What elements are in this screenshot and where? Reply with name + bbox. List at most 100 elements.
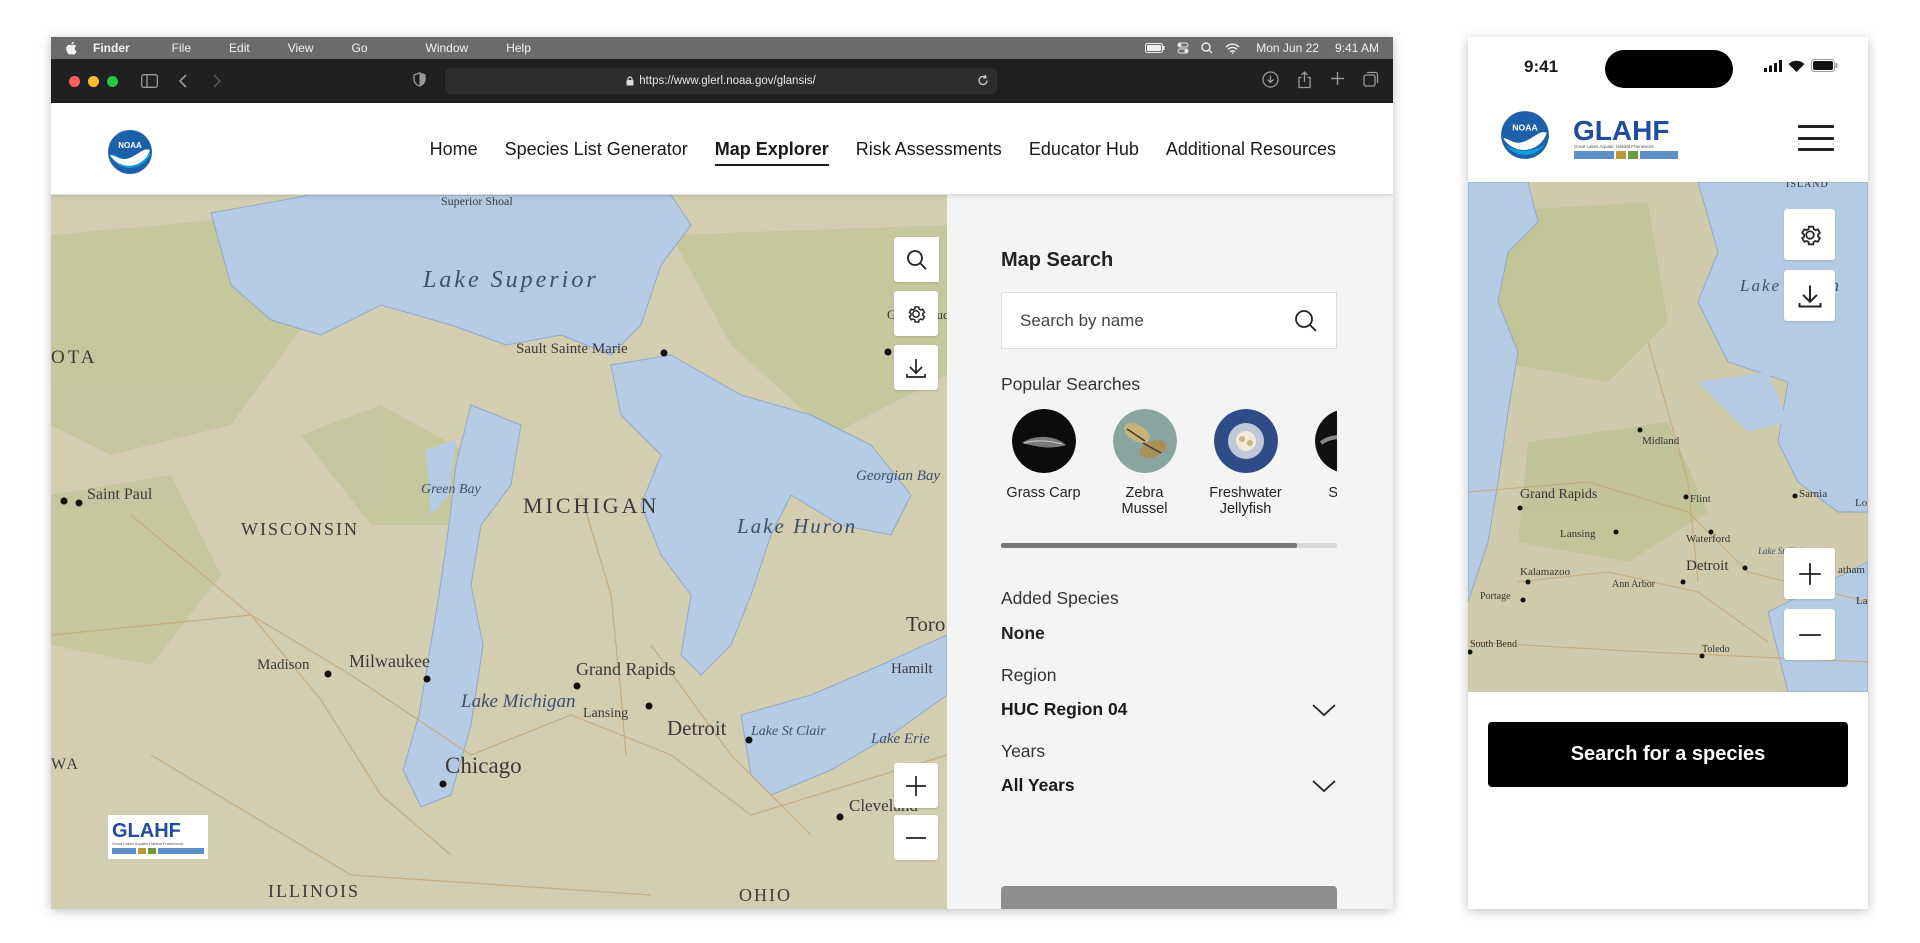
- map-view[interactable]: Superior Shoal Lake Superior Sault Saint…: [51, 195, 947, 909]
- glahf-logo[interactable]: GLAHF Great Lakes Aquatic Habitat Framew…: [1571, 112, 1681, 162]
- phone-map-view[interactable]: ISLAND Lake Huron Midland Grand Rapids F…: [1468, 182, 1868, 692]
- svg-text:NOAA: NOAA: [1512, 123, 1538, 133]
- close-window-button[interactable]: [69, 75, 80, 87]
- nav-additional-resources[interactable]: Additional Resources: [1166, 139, 1336, 166]
- region-dropdown[interactable]: HUC Region 04: [1001, 699, 1337, 720]
- years-label: Years: [1001, 741, 1046, 761]
- nav-risk-assessments[interactable]: Risk Assessments: [856, 139, 1002, 166]
- dynamic-island: [1605, 50, 1733, 88]
- menu-file[interactable]: File: [172, 41, 191, 55]
- browser-toolbar: https://www.glerl.noaa.gov/glansis/: [51, 59, 1393, 103]
- svg-text:WISCONSIN: WISCONSIN: [241, 519, 359, 539]
- popular-item-label: Freshwater Jellyfish: [1209, 485, 1282, 517]
- forward-icon[interactable]: [208, 72, 226, 90]
- nav-map-explorer[interactable]: Map Explorer: [714, 139, 829, 166]
- downloads-icon[interactable]: [1262, 71, 1279, 88]
- svg-text:Toledo: Toledo: [1702, 644, 1730, 655]
- svg-text:Sault Sainte Marie: Sault Sainte Marie: [516, 341, 628, 357]
- map-search-button[interactable]: [894, 237, 939, 282]
- menu-finder[interactable]: Finder: [93, 41, 130, 55]
- privacy-shield-icon[interactable]: [413, 72, 426, 87]
- zebra-mussel-image: [1112, 409, 1177, 473]
- popular-item-label: Grass Carp: [1006, 485, 1081, 501]
- new-tab-icon[interactable]: [1330, 71, 1345, 86]
- map-download-button[interactable]: [894, 345, 938, 390]
- battery-icon[interactable]: [1145, 43, 1165, 53]
- search-icon[interactable]: [1294, 309, 1318, 333]
- svg-text:Superior Shoal: Superior Shoal: [441, 195, 513, 208]
- zoom-in-button[interactable]: [894, 763, 938, 808]
- svg-text:Great Lakes Aquatic Habitat Fr: Great Lakes Aquatic Habitat Framework: [1574, 144, 1655, 149]
- sidebar-toggle-icon[interactable]: [140, 72, 158, 90]
- tab-overview-icon[interactable]: [1363, 71, 1379, 87]
- svg-text:Lo: Lo: [1855, 497, 1868, 509]
- apple-icon[interactable]: [65, 41, 77, 55]
- noaa-logo-icon[interactable]: NOAA: [107, 129, 153, 175]
- download-icon: [906, 358, 926, 378]
- years-dropdown[interactable]: All Years: [1001, 775, 1337, 796]
- svg-text:Waterford: Waterford: [1686, 533, 1731, 545]
- region-value: HUC Region 04: [1001, 699, 1128, 719]
- minimize-window-button[interactable]: [88, 75, 99, 87]
- noaa-logo-icon[interactable]: NOAA: [1500, 110, 1550, 160]
- svg-text:atham: atham: [1838, 564, 1865, 576]
- menu-window[interactable]: Window: [426, 41, 469, 55]
- zoom-window-button[interactable]: [107, 75, 118, 87]
- svg-text:Green Bay: Green Bay: [421, 482, 482, 497]
- svg-text:OTA: OTA: [51, 347, 98, 368]
- battery-icon: [1811, 59, 1838, 72]
- back-icon[interactable]: [174, 72, 192, 90]
- apply-filters-button[interactable]: [1001, 886, 1337, 909]
- share-icon[interactable]: [1297, 71, 1312, 89]
- menu-help[interactable]: Help: [506, 41, 531, 55]
- wifi-icon[interactable]: [1225, 43, 1240, 54]
- popular-item-label: Silver: [1328, 485, 1337, 501]
- chevron-down-icon: [1312, 703, 1336, 716]
- menu-edit[interactable]: Edit: [229, 41, 250, 55]
- svg-text:Lansing: Lansing: [1560, 528, 1596, 540]
- spotlight-search-icon[interactable]: [1201, 42, 1213, 54]
- phone-time: 9:41: [1524, 57, 1559, 76]
- phone-zoom-out-button[interactable]: [1784, 609, 1835, 660]
- menu-hamburger-button[interactable]: [1798, 125, 1834, 151]
- popular-item-zebra-mussel[interactable]: Zebra Mussel: [1102, 409, 1187, 517]
- popular-item-grass-carp[interactable]: Grass Carp: [1001, 409, 1086, 517]
- reload-icon[interactable]: [977, 74, 989, 87]
- phone-zoom-in-button[interactable]: [1784, 548, 1835, 599]
- map-settings-button[interactable]: [894, 291, 938, 336]
- phone-status-bar: 9:41: [1468, 37, 1868, 97]
- svg-text:Kalamazoo: Kalamazoo: [1520, 566, 1571, 578]
- svg-text:MICHIGAN: MICHIGAN: [523, 493, 659, 518]
- svg-text:Madison: Madison: [257, 657, 310, 673]
- svg-text:Midland: Midland: [1642, 435, 1680, 447]
- nav-home[interactable]: Home: [430, 139, 478, 166]
- svg-text:Grand Rapids: Grand Rapids: [1520, 487, 1597, 502]
- popular-item-freshwater-jellyfish[interactable]: Freshwater Jellyfish: [1203, 409, 1288, 517]
- phone-map-settings-button[interactable]: [1784, 209, 1835, 260]
- svg-text:Lake Michigan: Lake Michigan: [460, 691, 576, 712]
- control-center-icon[interactable]: [1177, 42, 1189, 54]
- address-bar[interactable]: https://www.glerl.noaa.gov/glansis/: [445, 68, 997, 94]
- menu-go[interactable]: Go: [352, 41, 368, 55]
- svg-text:Detroit: Detroit: [667, 716, 727, 740]
- menu-view[interactable]: View: [288, 41, 314, 55]
- panel-title: Map Search: [1001, 249, 1114, 271]
- popular-searches-scrollbar[interactable]: [1001, 543, 1337, 548]
- nav-educator-hub[interactable]: Educator Hub: [1029, 139, 1139, 166]
- scrollbar-thumb[interactable]: [1001, 543, 1297, 548]
- svg-text:Lansing: Lansing: [583, 706, 628, 721]
- freshwater-jellyfish-image: [1213, 409, 1278, 473]
- species-search-input[interactable]: Search by name: [1001, 292, 1337, 349]
- svg-text:ISLAND: ISLAND: [1786, 182, 1829, 190]
- phone-map-download-button[interactable]: [1784, 270, 1835, 321]
- svg-text:GLAHF: GLAHF: [112, 820, 181, 842]
- popular-item-silver[interactable]: Silver: [1304, 409, 1337, 517]
- zoom-out-button[interactable]: [894, 815, 938, 860]
- added-species-label: Added Species: [1001, 588, 1119, 608]
- desktop-mockup: Finder File Edit View Go Window Help Mon…: [51, 37, 1393, 909]
- svg-text:South Bend: South Bend: [1470, 639, 1517, 650]
- search-for-species-button[interactable]: Search for a species: [1488, 722, 1848, 787]
- nav-species-list-generator[interactable]: Species List Generator: [505, 139, 688, 166]
- gear-icon: [1800, 225, 1821, 245]
- svg-text:Portage: Portage: [1480, 591, 1511, 602]
